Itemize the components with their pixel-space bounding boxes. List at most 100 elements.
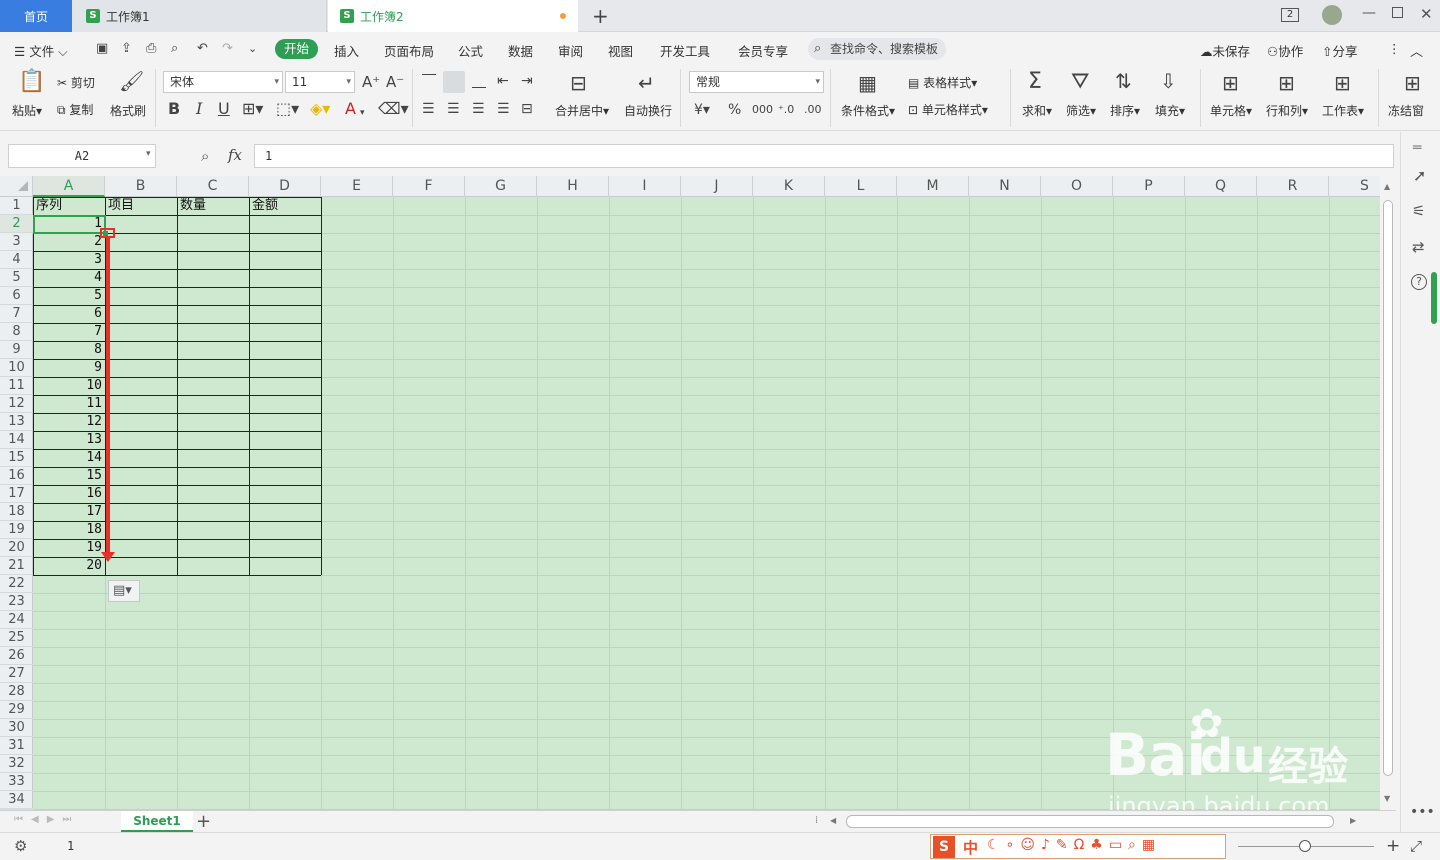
fill-color-icon[interactable]: ◈▾ <box>310 101 330 117</box>
row-header-32[interactable]: 32 <box>0 755 33 773</box>
print-icon[interactable]: ⎙ <box>146 41 156 57</box>
sheet-tab-sheet1[interactable]: Sheet1 <box>121 811 193 832</box>
zoom-formula-icon[interactable]: ⌕ <box>201 147 209 165</box>
sequence-cell[interactable]: 3 <box>33 251 105 269</box>
paste-icon[interactable]: 📋 <box>18 71 45 93</box>
merge-center-button[interactable]: 合并居中▾ <box>555 102 609 119</box>
sequence-cell[interactable]: 17 <box>33 503 105 521</box>
cell-button[interactable]: 单元格▾ <box>1210 102 1252 119</box>
freeze-icon[interactable]: ⊞ <box>1404 73 1421 93</box>
row-header-33[interactable]: 33 <box>0 773 33 791</box>
row-header-7[interactable]: 7 <box>0 305 33 323</box>
name-box[interactable]: A2 <box>8 144 156 168</box>
align-right-icon[interactable]: ☰ <box>472 101 485 117</box>
unsaved-button[interactable]: ☁未保存 <box>1200 41 1250 60</box>
row-col-icon[interactable]: ⊞ <box>1278 73 1295 93</box>
column-header-l[interactable]: L <box>825 176 897 197</box>
header-cell[interactable]: 金额 <box>252 197 320 215</box>
header-cell[interactable]: 序列 <box>36 197 104 215</box>
more-options-icon[interactable]: ••• <box>1410 804 1435 820</box>
row-header-29[interactable]: 29 <box>0 701 33 719</box>
indent-decrease-icon[interactable]: ⇤ <box>497 73 509 89</box>
horizontal-scroll-thumb[interactable] <box>846 815 1334 828</box>
row-header-27[interactable]: 27 <box>0 665 33 683</box>
share-button[interactable]: ⇧分享 <box>1322 41 1358 60</box>
underline-button[interactable]: U <box>218 101 230 117</box>
avatar[interactable] <box>1322 5 1342 25</box>
wrap-text-button[interactable]: 自动换行 <box>624 102 672 119</box>
percent-icon[interactable]: % <box>728 102 741 118</box>
row-header-1[interactable]: 1 <box>0 197 33 215</box>
filter-button[interactable]: 筛选▾ <box>1066 102 1096 119</box>
menu-developer[interactable]: 开发工具 <box>660 41 710 60</box>
align-top-icon[interactable]: ⎺ <box>422 73 436 89</box>
side-panel-tab-indicator[interactable] <box>1431 272 1437 324</box>
row-header-25[interactable]: 25 <box>0 629 33 647</box>
row-header-19[interactable]: 19 <box>0 521 33 539</box>
menu-insert[interactable]: 插入 <box>334 41 359 60</box>
column-header-a[interactable]: A <box>33 176 105 197</box>
align-bottom-icon[interactable]: ⎽ <box>472 73 486 89</box>
header-cell[interactable]: 项目 <box>108 197 176 215</box>
new-tab-button[interactable]: + <box>592 4 609 28</box>
menu-view[interactable]: 视图 <box>608 41 633 60</box>
column-header-f[interactable]: F <box>393 176 465 197</box>
cut-button[interactable]: ✂ 剪切 <box>57 74 95 91</box>
scroll-up-icon[interactable]: ▲ <box>1384 182 1390 191</box>
sequence-cell[interactable]: 16 <box>33 485 105 503</box>
sequence-cell[interactable]: 6 <box>33 305 105 323</box>
conditional-format-button[interactable]: 条件格式▾ <box>841 102 895 119</box>
sort-button[interactable]: 排序▾ <box>1110 102 1140 119</box>
cell-fill-icon[interactable]: ⬚▾ <box>276 101 299 117</box>
autofill-options-button[interactable]: ▤▾ <box>108 580 140 602</box>
currency-icon[interactable]: ¥▾ <box>694 102 710 118</box>
vertical-scrollbar[interactable]: ▲ ▼ <box>1380 176 1396 810</box>
sequence-cell[interactable]: 12 <box>33 413 105 431</box>
format-painter-icon[interactable]: 🖌 <box>119 71 144 91</box>
row-header-3[interactable]: 3 <box>0 233 33 251</box>
row-header-8[interactable]: 8 <box>0 323 33 341</box>
tab-workbook2[interactable]: S 工作簿2 <box>328 0 578 32</box>
merge-center-icon[interactable]: ⊟ <box>570 73 587 93</box>
header-cell[interactable]: 数量 <box>180 197 248 215</box>
distribute-icon[interactable]: ⊟ <box>521 101 533 117</box>
sequence-cell[interactable]: 5 <box>33 287 105 305</box>
worksheet-button[interactable]: 工作表▾ <box>1322 102 1364 119</box>
sum-button[interactable]: 求和▾ <box>1022 102 1052 119</box>
sort-icon[interactable]: ⇅ <box>1115 71 1132 91</box>
fullscreen-icon[interactable]: ⤢ <box>1410 837 1422 855</box>
row-header-30[interactable]: 30 <box>0 719 33 737</box>
vertical-scroll-thumb[interactable] <box>1383 200 1393 776</box>
conditional-format-icon[interactable]: ▦ <box>858 73 877 93</box>
increase-decimal-icon[interactable]: ⁺.0 <box>778 102 794 118</box>
menu-review[interactable]: 审阅 <box>558 41 583 60</box>
quick-access-dropdown-icon[interactable]: ⌄ <box>248 41 257 57</box>
font-size-select[interactable]: 11 <box>285 71 355 93</box>
row-header-9[interactable]: 9 <box>0 341 33 359</box>
clear-format-icon[interactable]: ⌫▾ <box>378 101 409 117</box>
menu-member[interactable]: 会员专享 <box>738 41 788 60</box>
freeze-button[interactable]: 冻结窗 <box>1388 102 1440 119</box>
sequence-cell[interactable]: 11 <box>33 395 105 413</box>
font-color-button[interactable]: A <box>345 101 356 117</box>
row-header-22[interactable]: 22 <box>0 575 33 593</box>
row-header-5[interactable]: 5 <box>0 269 33 287</box>
align-middle-icon[interactable] <box>443 71 465 93</box>
row-header-6[interactable]: 6 <box>0 287 33 305</box>
row-header-24[interactable]: 24 <box>0 611 33 629</box>
menu-page-layout[interactable]: 页面布局 <box>384 41 434 60</box>
panel-handle-icon[interactable]: ═ <box>1413 140 1421 156</box>
more-icon[interactable]: ⋮ <box>1388 41 1401 56</box>
ime-toolbar[interactable]: S 中 ☾∘☺♪✎Ω♣▭⌕▦ <box>930 834 1226 859</box>
ime-tools-icons[interactable]: ☾∘☺♪✎Ω♣▭⌕▦ <box>987 837 1161 853</box>
window-count-badge[interactable]: 2 <box>1281 8 1299 22</box>
name-box-dropdown-icon[interactable]: ▾ <box>146 149 151 159</box>
column-header-m[interactable]: M <box>897 176 969 197</box>
column-header-b[interactable]: B <box>105 176 177 197</box>
tab-home[interactable]: 首页 <box>0 0 72 32</box>
column-header-i[interactable]: I <box>609 176 681 197</box>
row-header-4[interactable]: 4 <box>0 251 33 269</box>
zoom-in-icon[interactable]: + <box>1386 836 1400 856</box>
number-format-select[interactable]: 常规 <box>689 71 824 93</box>
column-header-s[interactable]: S <box>1329 176 1380 197</box>
